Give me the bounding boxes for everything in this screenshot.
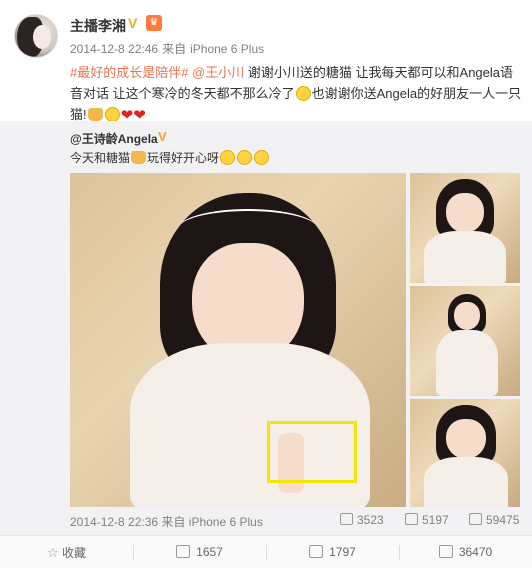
verified-v-icon: V [158, 129, 167, 144]
hashtag-link[interactable]: #最好的成长是陪伴# [70, 65, 188, 80]
like-button[interactable]: 36470 [399, 536, 532, 568]
author-avatar[interactable] [14, 14, 58, 58]
repost-share-stat[interactable]: 3523 [340, 513, 384, 527]
verified-v-icon: V [128, 15, 138, 31]
thumbs-up-icon [438, 545, 453, 558]
star-icon: ☆ [46, 545, 59, 560]
share-icon [340, 513, 353, 525]
comment-icon [309, 545, 324, 558]
highlight-box [267, 421, 357, 483]
smile-emoji-icon [254, 150, 270, 165]
like-count: 36470 [458, 545, 493, 559]
comment-count: 1797 [329, 545, 356, 559]
favorite-button[interactable]: ☆ 收藏 [0, 536, 133, 568]
thumbs-up-icon [469, 513, 482, 525]
share-count: 3523 [357, 513, 384, 527]
comment-button[interactable]: 1797 [266, 536, 399, 568]
source-prefix: 来自 [161, 515, 186, 529]
repost-button[interactable]: 1657 [133, 536, 266, 568]
comment-icon [405, 513, 418, 525]
cat-emoji-icon [87, 108, 103, 121]
post-text: #最好的成长是陪伴# @王小川 谢谢小川送的糖猫 让我每天都可以和Angela语… [70, 62, 522, 126]
cat-emoji-icon [131, 151, 147, 164]
crown-icon: ♛ [146, 15, 162, 31]
girl-figure [422, 405, 510, 507]
weibo-post: 主播李湘 V ♛ 2014-12-8 22:46 来自 iPhone 6 Plus … [0, 0, 532, 568]
smile-emoji-icon [295, 86, 311, 101]
source-prefix: 来自 [162, 42, 187, 56]
repost-text-after: 玩得好开心呀 [147, 151, 220, 165]
smile-emoji-icon [104, 107, 120, 122]
author-name[interactable]: 主播李湘 [70, 16, 126, 36]
comment-count: 5197 [422, 513, 449, 527]
repost-author[interactable]: @王诗龄Angela [70, 130, 158, 147]
mention-link[interactable]: @王小川 [192, 65, 244, 80]
repost-count: 1657 [196, 545, 223, 559]
post-time[interactable]: 2014-12-8 22:46 [70, 42, 158, 56]
share-icon [176, 545, 191, 558]
girl-figure [420, 179, 510, 283]
smile-emoji-icon [220, 150, 236, 165]
repost-comment-stat[interactable]: 5197 [405, 513, 449, 527]
action-bar: ☆ 收藏 1657 1797 36470 [0, 535, 532, 568]
repost-text: 今天和糖猫 玩得好开心呀 [70, 149, 270, 167]
thumbnail-photo-1[interactable] [410, 173, 520, 283]
repost-like-stat[interactable]: 59475 [469, 513, 519, 527]
girl-figure [432, 294, 502, 396]
repost-time[interactable]: 2014-12-8 22:36 [70, 515, 158, 529]
repost-text-main: 今天和糖猫 [70, 151, 131, 165]
thumbnail-photo-2[interactable] [410, 286, 520, 396]
post-meta: 2014-12-8 22:46 来自 iPhone 6 Plus [70, 40, 268, 57]
main-photo[interactable] [70, 173, 406, 507]
thumbnail-photo-3[interactable] [410, 399, 520, 507]
repost-box: @王诗龄Angela V 今天和糖猫 玩得好开心呀 2014-12-8 22:3… [0, 121, 532, 535]
favorite-label: 收藏 [61, 546, 86, 560]
like-count: 59475 [486, 513, 520, 527]
post-source[interactable]: iPhone 6 Plus [190, 42, 264, 56]
repost-meta: 2014-12-8 22:36 来自 iPhone 6 Plus [70, 513, 263, 530]
smile-emoji-icon [237, 150, 253, 165]
repost-source[interactable]: iPhone 6 Plus [189, 515, 263, 529]
